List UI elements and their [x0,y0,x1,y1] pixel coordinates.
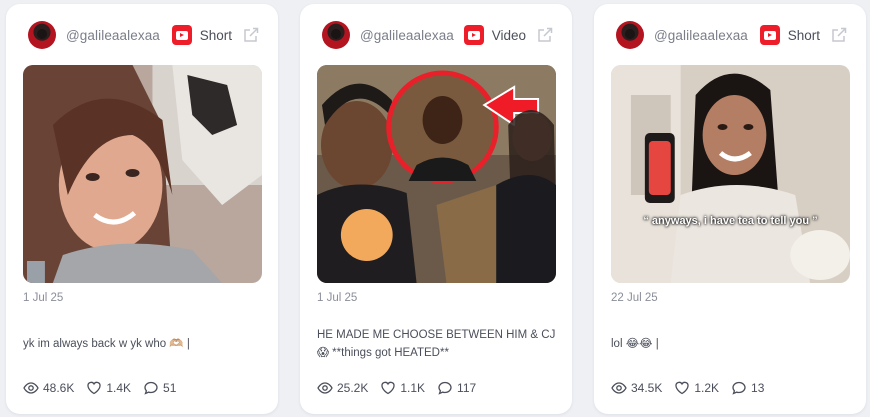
post-type-label: Video [491,27,526,43]
comment-icon [732,381,746,395]
external-link-icon[interactable] [830,26,848,44]
heart-icon [381,381,396,395]
post-type-badge: Short [759,25,848,45]
post-date: 1 Jul 25 [317,292,358,304]
comments-count: 51 [163,381,177,395]
likes-stat: 1.2K [674,380,719,396]
heart-icon [675,381,690,395]
comments-stat: 117 [437,380,476,396]
post-type-label: Short [199,27,232,43]
eye-icon [611,382,627,394]
likes-count: 1.2K [694,381,720,395]
post-card-1[interactable]: @galileaalexaa Short 1 Jul 25 yk im alwa… [6,4,278,414]
avatar[interactable] [616,21,644,49]
post-stats: 25.2K 1.1K 117 [317,380,488,396]
views-stat: 25.2K [317,380,368,396]
post-type-badge: Short [171,25,260,45]
post-stats: 48.6K 1.4K 51 [23,380,188,396]
channel-handle[interactable]: @galileaalexaa [66,28,160,43]
post-card-3[interactable]: @galileaalexaa Short “ anyways, i have t… [594,4,866,414]
avatar[interactable] [322,21,350,49]
channel-handle[interactable]: @galileaalexaa [360,28,454,43]
post-type-label: Short [787,27,820,43]
eye-icon [23,382,39,394]
views-count: 25.2K [337,381,369,395]
card-header: @galileaalexaa Short [616,20,848,50]
likes-stat: 1.1K [380,380,425,396]
post-description: lol 😂😂 | [611,338,659,350]
post-stats: 34.5K 1.2K 13 [611,380,776,396]
video-thumbnail[interactable] [317,65,556,283]
youtube-icon [463,25,484,45]
comments-stat: 13 [731,380,764,396]
likes-count: 1.4K [106,381,132,395]
likes-stat: 1.4K [86,380,131,396]
post-date: 22 Jul 25 [611,292,658,304]
youtube-icon [759,25,780,45]
post-description: HE MADE ME CHOOSE BETWEEN HIM & CJ 😱 **t… [317,329,556,359]
comments-count: 117 [457,381,477,395]
post-description: yk im always back w yk who 🫶🏼 | [23,338,190,350]
card-header: @galileaalexaa Short [28,20,260,50]
avatar[interactable] [28,21,56,49]
youtube-icon [171,25,192,45]
video-thumbnail[interactable] [23,65,262,283]
external-link-icon[interactable] [242,26,260,44]
post-card-2[interactable]: @galileaalexaa Video 1 Jul 25 HE MADE ME… [300,4,572,414]
channel-handle[interactable]: @galileaalexaa [654,28,748,43]
card-header: @galileaalexaa Video [322,20,554,50]
external-link-icon[interactable] [536,26,554,44]
views-stat: 34.5K [611,380,662,396]
comment-icon [144,381,158,395]
views-count: 34.5K [631,381,663,395]
likes-count: 1.1K [400,381,426,395]
views-count: 48.6K [43,381,75,395]
comment-icon [438,381,452,395]
views-stat: 48.6K [23,380,74,396]
video-thumbnail[interactable]: “ anyways, i have tea to tell you ” [611,65,850,283]
eye-icon [317,382,333,394]
post-type-badge: Video [463,25,554,45]
comments-count: 13 [751,381,765,395]
video-caption-overlay: “ anyways, i have tea to tell you ” [643,215,818,227]
heart-icon [87,381,102,395]
comments-stat: 51 [143,380,176,396]
post-date: 1 Jul 25 [23,292,64,304]
